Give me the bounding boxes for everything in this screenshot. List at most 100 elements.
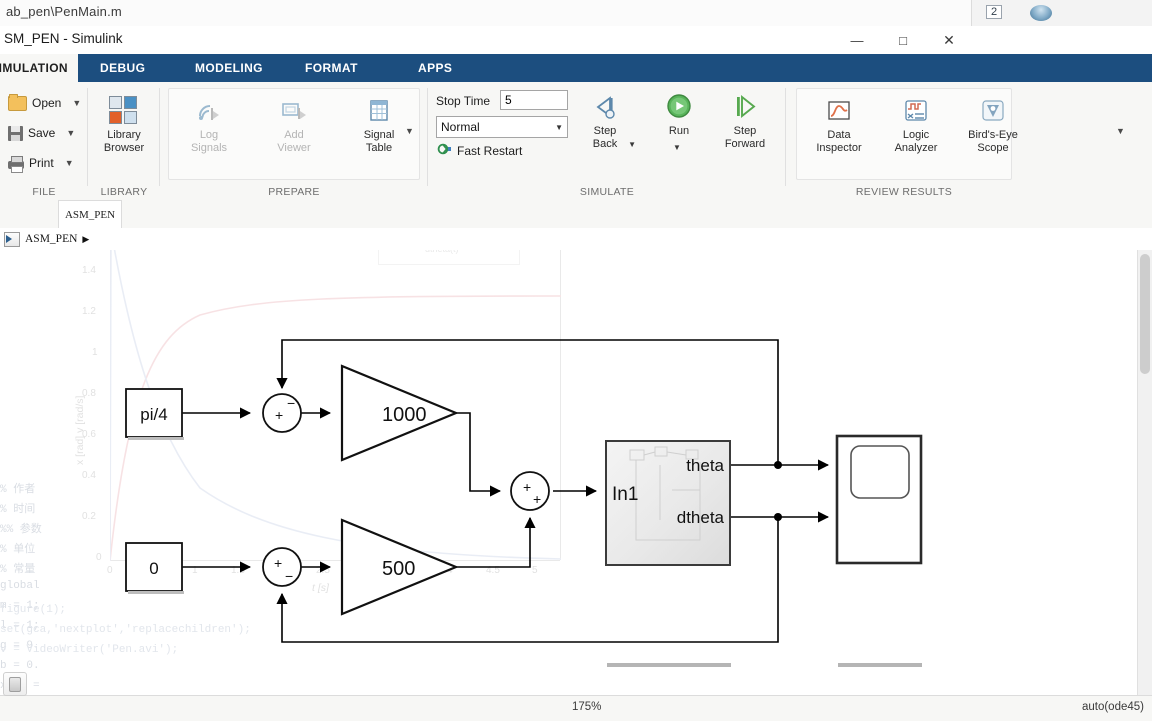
print-label: Print	[29, 156, 54, 170]
breadcrumb-model-name[interactable]: ASM_PEN	[25, 233, 77, 245]
block-constant-pi4: pi/4	[125, 388, 184, 440]
tab-debug[interactable]: DEBUG	[90, 54, 155, 82]
model-tab-label: ASM_PEN	[64, 209, 116, 221]
ribbon-group-file-label: FILE	[32, 186, 56, 198]
data-inspector-label: Data Inspector	[816, 129, 862, 154]
run-icon	[664, 92, 694, 122]
ribbon-group-library: Library Browser LIBRARY	[88, 82, 160, 200]
chevron-down-icon[interactable]: ▼	[673, 143, 681, 152]
birds-eye-scope-label: Bird's-Eye Scope	[968, 129, 1018, 154]
prepare-more-chevron-down-icon[interactable]: ▼	[405, 126, 414, 136]
block-label-gain-1000: 1000	[382, 404, 427, 426]
logic-analyzer-button[interactable]: Logic Analyzer	[881, 96, 951, 155]
step-back-icon	[590, 92, 620, 122]
simulink-close-button[interactable]: ✕	[926, 26, 972, 54]
folder-icon	[8, 93, 27, 111]
tab-format-label: FORMAT	[305, 61, 358, 75]
subsystem-output-theta-label: theta	[686, 456, 724, 475]
stop-time-input[interactable]	[500, 90, 568, 110]
fast-restart-button[interactable]: Fast Restart	[436, 142, 522, 159]
canvas-zoom-level[interactable]: 175%	[572, 701, 601, 713]
tab-simulation-label: SIMULATION	[0, 61, 68, 75]
simulation-mode-value: Normal	[441, 120, 480, 134]
signal-table-button[interactable]: Signal Table	[344, 96, 414, 155]
block-sum-bottom: + −	[262, 547, 302, 587]
birds-eye-scope-button[interactable]: Bird's-Eye Scope	[958, 96, 1028, 155]
chevron-down-icon[interactable]: ▼	[72, 98, 81, 108]
model-tabbar	[0, 200, 1152, 229]
step-forward-button[interactable]: Step Forward	[710, 92, 780, 151]
library-browser-label: Library Browser	[103, 129, 145, 154]
signal-branch-theta	[774, 461, 782, 469]
ghost-code-19: figure(1);	[0, 604, 67, 616]
add-viewer-button[interactable]: Add Viewer	[259, 96, 329, 155]
sum-bottom-sign-minus: −	[285, 568, 293, 584]
ribbon-group-prepare-label: PREPARE	[268, 186, 320, 198]
step-back-button[interactable]: Step Back ▼	[570, 92, 640, 151]
block-sum-merge: + +	[510, 471, 550, 511]
canvas-scrollbar-thumb[interactable]	[1140, 254, 1150, 374]
tab-debug-label: DEBUG	[100, 61, 146, 75]
tab-format[interactable]: FORMAT	[295, 54, 368, 82]
logic-analyzer-label: Logic Analyzer	[894, 129, 938, 154]
simulink-titlebar: SM_PEN - Simulink — □ ✕	[0, 26, 1152, 55]
peek-badge: 2	[986, 5, 1003, 19]
run-button[interactable]: Run ▼	[644, 92, 714, 152]
block-subsystem-pendulum: In1 theta dtheta	[605, 440, 731, 667]
open-button[interactable]: Open ▼	[8, 92, 81, 114]
log-signals-button[interactable]: Log Signals	[174, 96, 244, 155]
floating-panel-button[interactable]	[3, 672, 27, 696]
background-document-path: ab_pen\PenMain.m	[6, 4, 122, 19]
signal-table-icon	[364, 96, 394, 126]
log-signals-label: Log Signals	[190, 129, 228, 154]
sum-merge-sign-1: +	[523, 479, 531, 495]
chevron-down-icon[interactable]: ▼	[66, 128, 75, 138]
chevron-down-icon[interactable]: ▼	[555, 123, 563, 132]
data-inspector-button[interactable]: Data Inspector	[804, 96, 874, 155]
ribbon-group-review-label: REVIEW RESULTS	[855, 186, 953, 198]
save-button[interactable]: Save ▼	[8, 122, 75, 144]
ghost-code-20: set(gca,'nextplot','replacechildren');	[0, 624, 251, 636]
ribbon-group-file: Open ▼ Save ▼ Print ▼ FILE	[0, 82, 88, 200]
tab-apps[interactable]: APPS	[408, 54, 462, 82]
block-gain-500: 500	[340, 518, 459, 616]
ribbon-group-review-results: Data Inspector Logic Analyzer Bird's-Eye…	[786, 82, 1152, 200]
block-gain-1000: 1000	[340, 364, 459, 462]
canvas-vertical-scrollbar[interactable]	[1137, 250, 1152, 695]
signal-table-label: Signal Table	[363, 129, 395, 154]
simulink-status-bar: 175% auto(ode45)	[0, 695, 1152, 721]
solver-status[interactable]: auto(ode45)	[1082, 701, 1144, 713]
print-icon	[8, 155, 24, 173]
ribbon-group-simulate-label: SIMULATE	[579, 186, 635, 198]
background-code-ghost: figure(1); set(gca,'nextplot','replacech…	[0, 604, 300, 664]
simulink-minimize-button[interactable]: —	[834, 26, 880, 54]
print-button[interactable]: Print ▼	[8, 152, 74, 174]
block-label-pi4: pi/4	[140, 405, 167, 424]
chevron-down-icon[interactable]: ▼	[628, 140, 636, 149]
breadcrumb: ASM_PEN ▶	[0, 228, 1152, 251]
sum-merge-sign-2: +	[533, 491, 541, 507]
library-browser-button[interactable]: Library Browser	[89, 96, 159, 155]
peek-avatar-icon	[1030, 5, 1052, 21]
subsystem-output-dtheta-label: dtheta	[677, 508, 725, 527]
tab-modeling[interactable]: MODELING	[185, 54, 273, 82]
tab-simulation[interactable]: SIMULATION	[0, 54, 78, 82]
signal-branch-dtheta	[774, 513, 782, 521]
save-label: Save	[28, 126, 56, 140]
simulink-maximize-button[interactable]: □	[880, 26, 926, 54]
logic-analyzer-icon	[901, 96, 931, 126]
block-label-gain-500: 500	[382, 558, 415, 580]
step-forward-icon	[730, 92, 760, 122]
step-forward-label: Step Forward	[724, 125, 766, 150]
block-scope	[835, 434, 923, 667]
birds-eye-scope-icon	[978, 96, 1008, 126]
chevron-right-icon[interactable]: ▶	[82, 234, 89, 245]
review-more-chevron-down-icon[interactable]: ▼	[1116, 126, 1125, 136]
model-tab-asm-pen[interactable]: ASM_PEN	[58, 200, 122, 230]
step-back-label: Step Back	[592, 125, 618, 150]
simulation-mode-select[interactable]: Normal ▼	[436, 116, 568, 138]
chevron-down-icon[interactable]: ▼	[65, 158, 74, 168]
tab-apps-label: APPS	[418, 61, 453, 75]
block-label-zero: 0	[149, 559, 158, 578]
add-viewer-icon	[279, 96, 309, 126]
